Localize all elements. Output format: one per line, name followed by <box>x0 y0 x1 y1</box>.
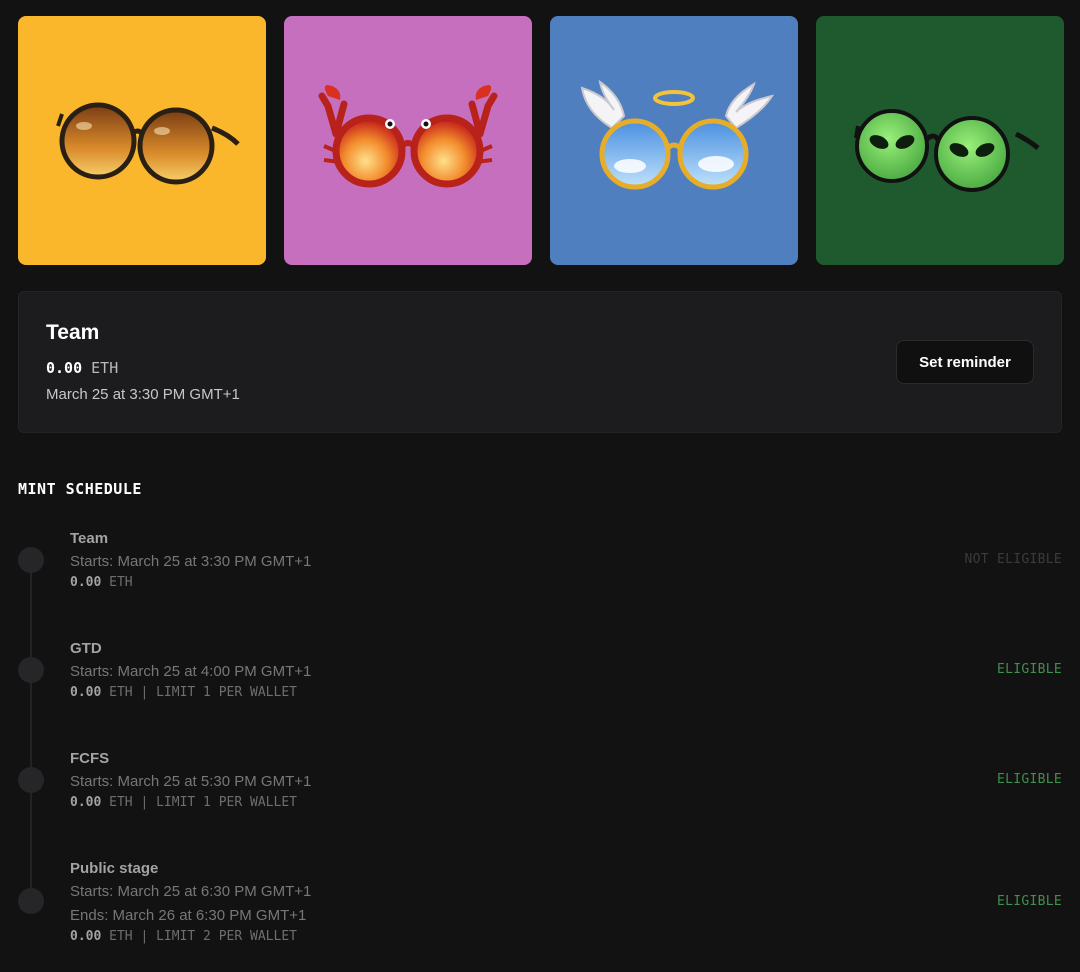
phase-price-currency: ETH <box>91 359 119 377</box>
stage-status-badge: ELIGIBLE <box>996 894 1062 909</box>
current-phase-card: Team 0.00 ETH March 25 at 3:30 PM GMT+1 … <box>18 291 1062 433</box>
stage-price-amount: 0.00 <box>70 929 102 944</box>
stage-status-badge: ELIGIBLE <box>996 662 1062 677</box>
stage-name: Team <box>70 530 109 547</box>
stage-price-amount: 0.00 <box>70 575 102 590</box>
phase-date: March 25 at 3:30 PM GMT+1 <box>46 386 240 403</box>
stage-price-details: ETH | LIMIT 2 PER WALLET <box>109 929 297 944</box>
timeline-dot <box>18 547 44 573</box>
nft-card-alien-shades[interactable] <box>816 16 1064 265</box>
nft-card-amber-shades[interactable] <box>18 16 266 265</box>
nft-card-crab-shades[interactable] <box>284 16 532 265</box>
alien-sunglasses-image <box>854 109 1040 192</box>
timeline-dot <box>18 657 44 683</box>
stage-price-amount: 0.00 <box>70 795 102 810</box>
stage-start: Starts: March 25 at 4:00 PM GMT+1 <box>70 663 312 680</box>
stage-price: 0.00 ETH | LIMIT 1 PER WALLET <box>70 795 297 810</box>
stage-status-badge: NOT ELIGIBLE <box>964 552 1062 567</box>
stage-status-badge: ELIGIBLE <box>996 772 1062 787</box>
stage-price-details: ETH <box>109 575 133 590</box>
stage-end: Ends: March 26 at 6:30 PM GMT+1 <box>70 907 307 924</box>
stage-price: 0.00 ETH | LIMIT 1 PER WALLET <box>70 685 297 700</box>
stage-name: GTD <box>70 640 102 657</box>
stage-start: Starts: March 25 at 5:30 PM GMT+1 <box>70 773 312 790</box>
phase-title: Team <box>46 321 100 344</box>
stage-price-amount: 0.00 <box>70 685 102 700</box>
stage-price-details: ETH | LIMIT 1 PER WALLET <box>109 795 297 810</box>
angel-sunglasses-image <box>580 79 775 190</box>
set-reminder-button[interactable]: Set reminder <box>896 340 1034 384</box>
stage-price: 0.00 ETH | LIMIT 2 PER WALLET <box>70 929 297 944</box>
stage-start: Starts: March 25 at 6:30 PM GMT+1 <box>70 883 312 900</box>
stage-price: 0.00 ETH <box>70 575 133 590</box>
timeline-dot <box>18 888 44 914</box>
nft-card-angel-shades[interactable] <box>550 16 798 265</box>
timeline-line <box>30 560 32 900</box>
stage-name: FCFS <box>70 750 110 767</box>
phase-price-amount: 0.00 <box>46 359 83 377</box>
stage-name: Public stage <box>70 860 159 877</box>
stage-price-details: ETH | LIMIT 1 PER WALLET <box>109 685 297 700</box>
mint-schedule-heading: MINT SCHEDULE <box>18 480 142 498</box>
nft-gallery <box>18 16 1064 265</box>
phase-price: 0.00 ETH <box>46 359 118 377</box>
timeline-dot <box>18 767 44 793</box>
stage-start: Starts: March 25 at 3:30 PM GMT+1 <box>70 553 312 570</box>
crab-sunglasses-image <box>318 85 498 188</box>
round-sunglasses-image <box>56 102 240 185</box>
